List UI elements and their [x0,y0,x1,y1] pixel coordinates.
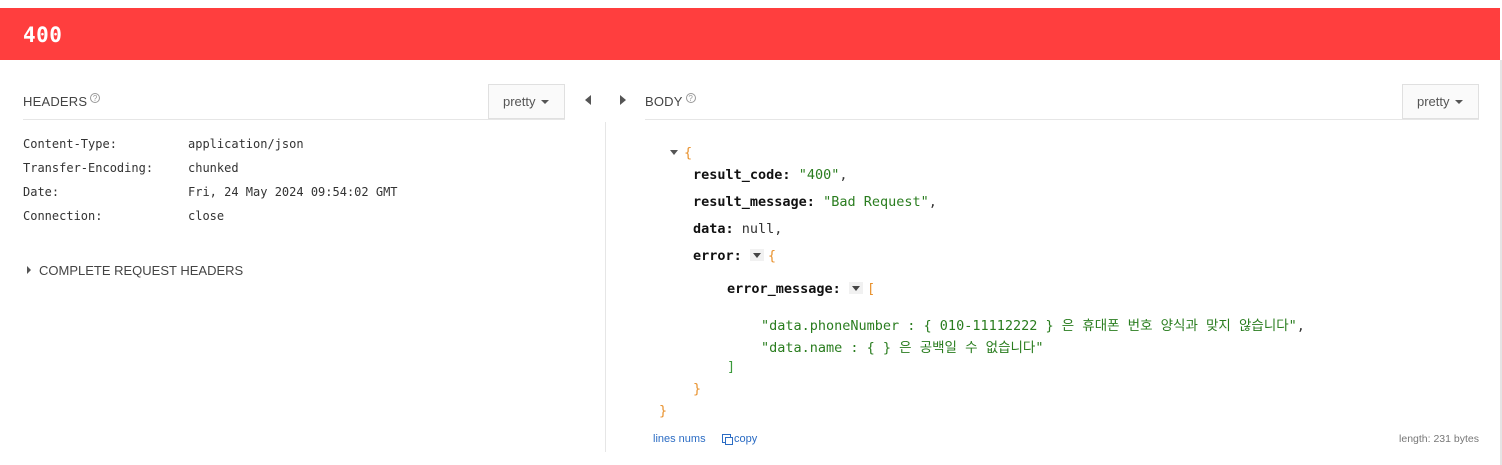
header-name: Connection: [23,209,103,223]
copy-button[interactable]: copy [722,433,757,445]
headers-title: HEADERS? [23,93,101,109]
chevron-down-icon [1454,100,1463,104]
help-icon[interactable]: ? [685,93,696,103]
body-format-dropdown[interactable]: pretty [1402,84,1479,119]
complete-request-headers-label: COMPLETE REQUEST HEADERS [39,263,244,278]
headers-format-label: pretty [503,94,536,109]
header-value: close [188,209,225,223]
collapse-toggle-icon[interactable] [848,282,863,294]
json-array-item: "data.name : { } 은 공백일 수 없습니다" [761,336,1043,356]
json-root-close: } [659,403,668,419]
json-value: null [741,221,775,237]
json-line-error: error: { [693,248,777,264]
json-value: "data.phoneNumber : { 010-11112222 } 은 휴… [761,318,1297,334]
json-error-close: } [693,381,702,397]
copy-icon [722,434,733,445]
header-name: Date: [23,185,60,199]
headers-title-label: HEADERS [23,94,88,109]
pane-divider[interactable] [605,122,606,452]
copy-label: copy [734,433,758,445]
line-numbers-toggle[interactable]: lines nums [653,433,706,445]
collapse-toggle-icon[interactable] [670,150,678,155]
json-line-data: data: null, [693,221,783,237]
body-divider [645,119,1479,120]
json-value: "Bad Request" [823,194,929,210]
collapse-right-icon[interactable] [620,95,626,105]
chevron-down-icon [540,100,549,104]
json-key: result_message: [693,194,815,210]
json-value: "data.name : { } 은 공백일 수 없습니다" [761,340,1044,356]
top-gap [0,0,1502,8]
status-code: 400 [23,23,63,47]
caret-right-icon [27,266,31,274]
json-line-error-message: error_message: [ [727,281,876,297]
status-bar: 400 [0,8,1500,60]
headers-format-dropdown[interactable]: pretty [488,84,565,119]
header-value: chunked [188,161,239,175]
json-line-result-code: result_code: "400", [693,167,848,183]
collapse-toggle-icon[interactable] [749,249,764,261]
json-line-result-message: result_message: "Bad Request", [693,194,937,210]
body-title: BODY? [645,93,696,109]
complete-request-headers-toggle[interactable]: COMPLETE REQUEST HEADERS [27,263,243,278]
json-value: "400" [798,167,840,183]
headers-divider [23,119,565,120]
body-length: length: 231 bytes [1399,433,1479,445]
json-root-open: { [670,145,692,161]
header-name: Transfer-Encoding: [23,161,154,175]
header-value: application/json [188,137,304,151]
body-format-label: pretty [1417,94,1450,109]
json-array-close: ] [727,359,736,375]
header-name: Content-Type: [23,137,117,151]
json-array-item: "data.phoneNumber : { 010-11112222 } 은 휴… [761,318,1305,334]
header-value: Fri, 24 May 2024 09:54:02 GMT [188,185,398,199]
json-key: data: [693,221,734,237]
json-key: result_code: [693,167,791,183]
collapse-left-icon[interactable] [585,95,591,105]
help-icon[interactable]: ? [90,93,101,103]
body-title-label: BODY [645,94,683,109]
json-key: error: [693,248,742,264]
json-key: error_message: [727,281,841,297]
